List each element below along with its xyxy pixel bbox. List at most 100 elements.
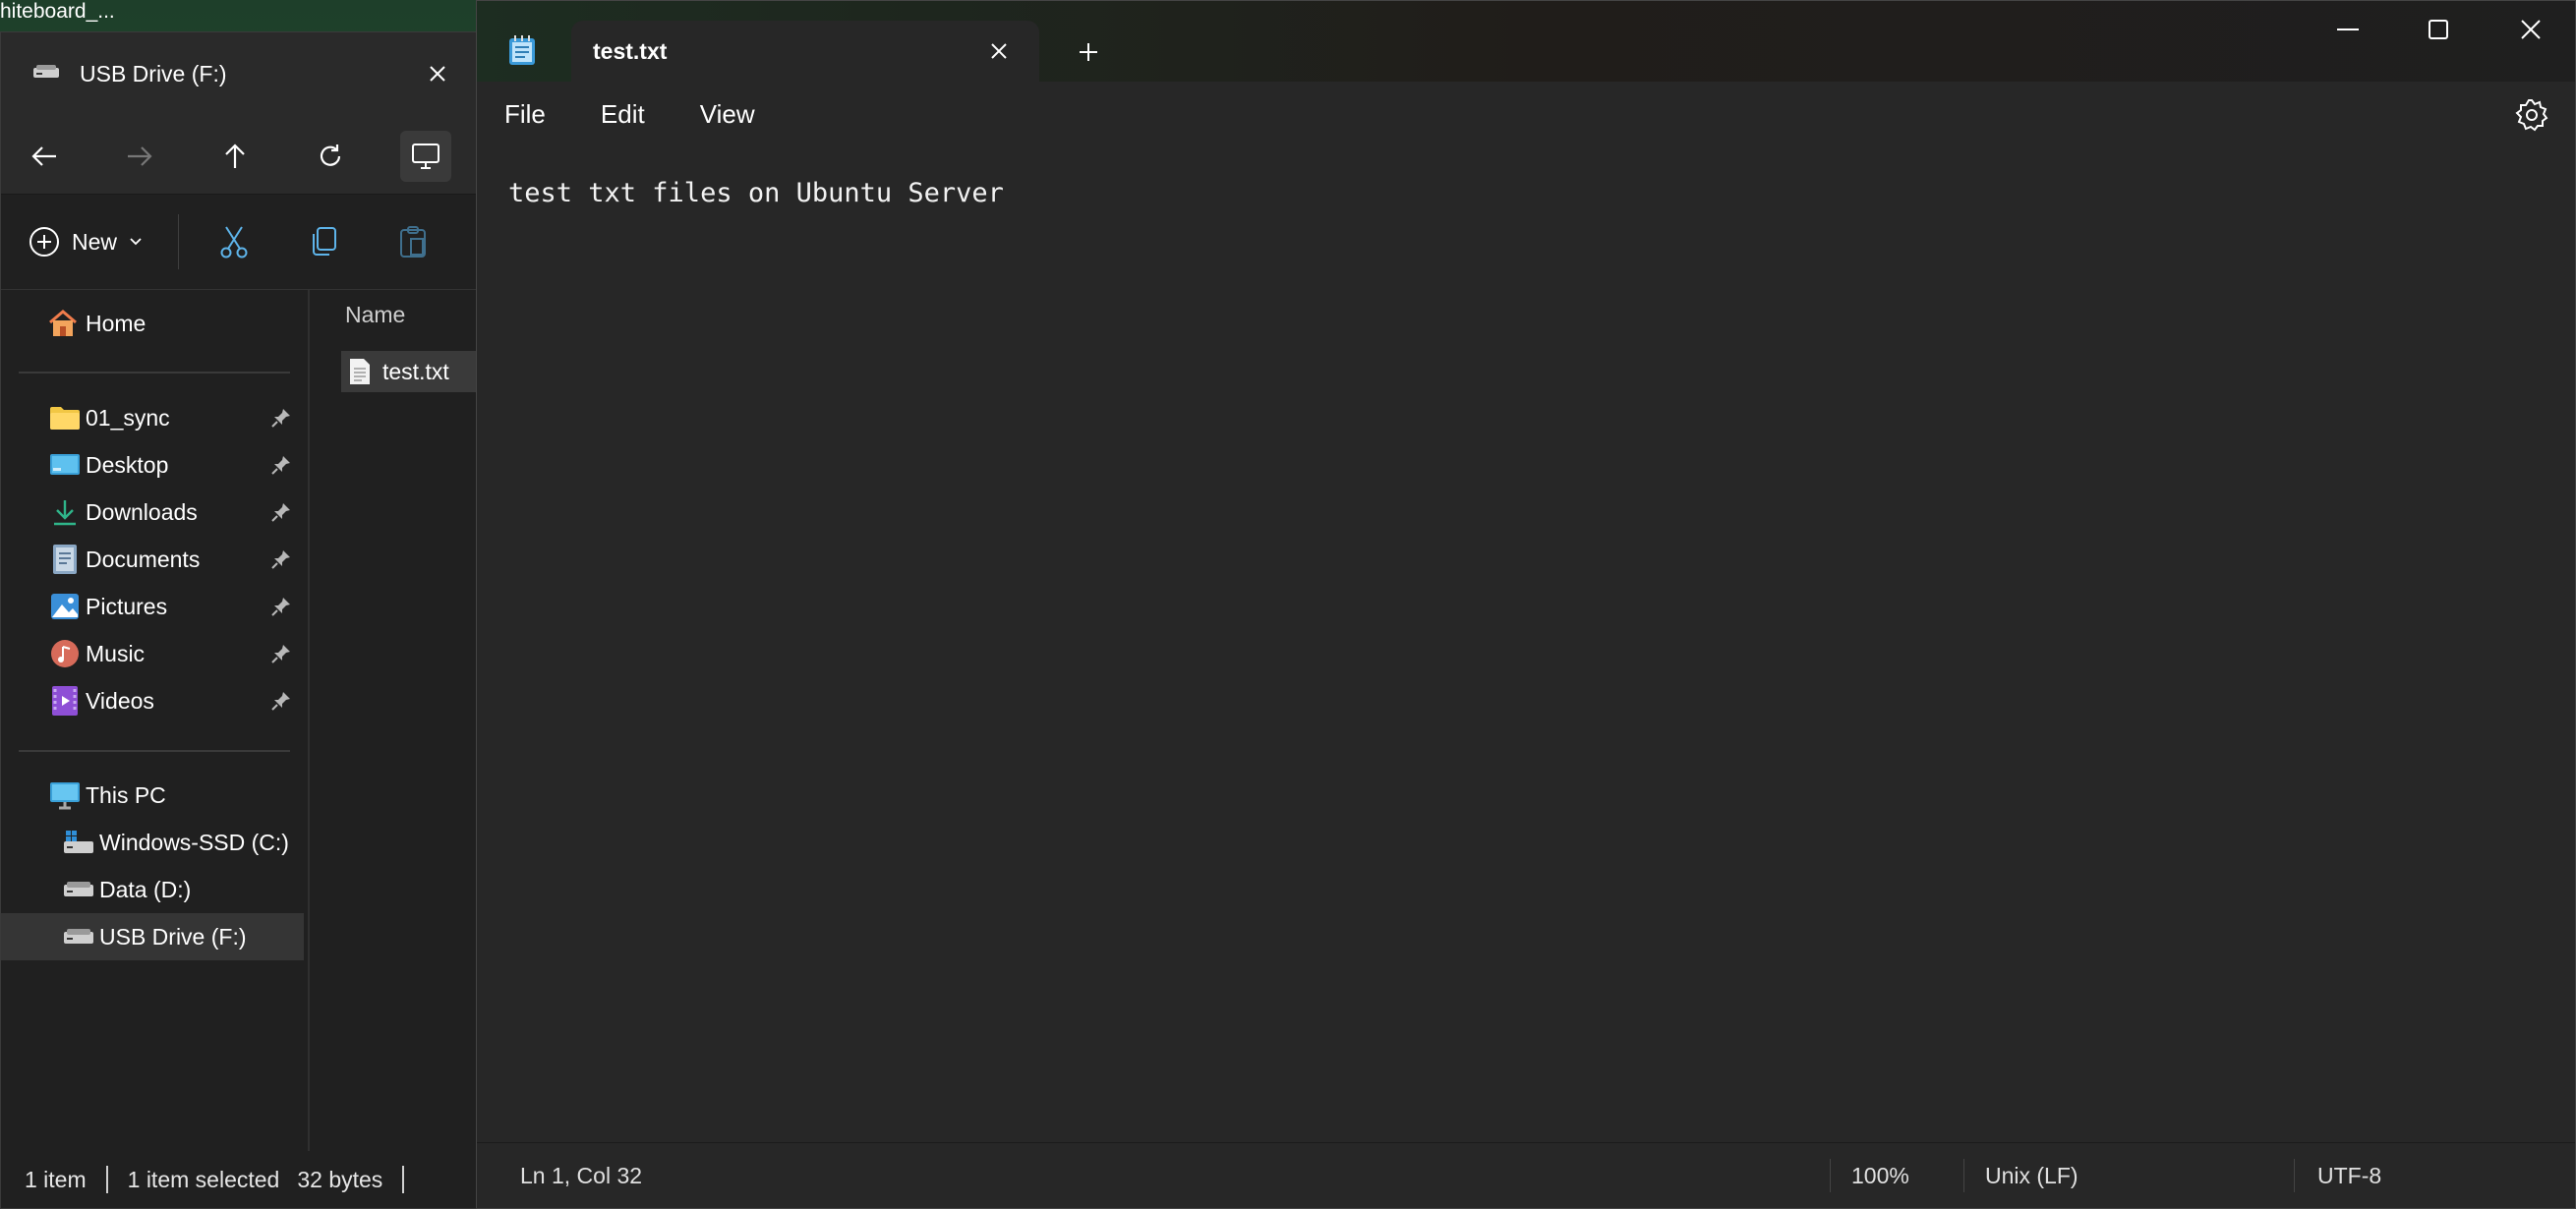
sidebar-item-label: Documents: [86, 546, 201, 572]
sidebar-item-downloads[interactable]: Downloads: [1, 489, 304, 536]
scissors-icon: [220, 226, 248, 259]
sidebar-divider: [19, 372, 290, 374]
copy-button[interactable]: [298, 213, 350, 270]
paste-button[interactable]: [387, 213, 439, 270]
music-icon: [48, 637, 82, 670]
text-editor[interactable]: test txt files on Ubuntu Server: [477, 146, 2575, 1143]
sidebar-item-label: Pictures: [86, 593, 168, 619]
sidebar-item-01-sync[interactable]: 01_sync: [1, 394, 304, 441]
new-button[interactable]: New: [29, 226, 143, 258]
item-count: 1 item: [25, 1166, 87, 1192]
up-button[interactable]: [209, 131, 261, 182]
status-separator: [402, 1166, 405, 1193]
explorer-command-bar: New: [1, 195, 477, 290]
sidebar-item-pictures[interactable]: Pictures: [1, 583, 304, 630]
menu-view[interactable]: View: [700, 99, 755, 130]
pin-icon: [270, 596, 292, 623]
editor-content: test txt files on Ubuntu Server: [508, 178, 1004, 208]
pin-icon: [270, 454, 292, 482]
text-file-icon: [349, 358, 371, 385]
this-pc-button[interactable]: [400, 131, 451, 182]
sidebar-item-videos[interactable]: Videos: [1, 677, 304, 724]
toolbar-divider: [178, 214, 179, 269]
sidebar-item-label: This PC: [86, 781, 166, 808]
usb-drive-icon: [62, 920, 95, 953]
zoom-level[interactable]: 100%: [1851, 1143, 1909, 1208]
notepad-menu-bar: File Edit View: [477, 82, 2575, 147]
pin-icon: [270, 407, 292, 434]
minimize-button[interactable]: [2304, 1, 2392, 58]
line-ending[interactable]: Unix (LF): [1985, 1143, 2078, 1208]
file-explorer-window: USB Drive (F:) New Home 01_sync Desktop …: [0, 31, 478, 1209]
status-separator: [105, 1166, 108, 1193]
sidebar-item-data-drive[interactable]: Data (D:): [1, 866, 304, 913]
notepad-window: test.txt File Edit View test txt files o…: [476, 0, 2576, 1209]
sidebar-item-desktop[interactable]: Desktop: [1, 441, 304, 489]
cut-button[interactable]: [208, 213, 261, 270]
desktop-label: hiteboard_...: [0, 0, 115, 23]
pin-icon: [270, 690, 292, 718]
explorer-body: Home 01_sync Desktop Downloads Documents…: [1, 290, 477, 1151]
settings-gear-icon[interactable]: [2514, 97, 2549, 133]
name-column-header[interactable]: Name: [345, 302, 405, 328]
new-button-label: New: [72, 228, 118, 255]
explorer-tab[interactable]: USB Drive (F:): [13, 44, 465, 103]
file-name: test.txt: [382, 358, 449, 384]
status-separator: [1830, 1159, 1831, 1192]
file-item[interactable]: test.txt: [341, 351, 477, 392]
close-tab-icon[interactable]: [982, 34, 1016, 68]
pin-icon: [270, 501, 292, 529]
close-icon: [2521, 20, 2541, 39]
encoding[interactable]: UTF-8: [2317, 1143, 2381, 1208]
minimize-icon: [2337, 29, 2359, 30]
notepad-status-bar: Ln 1, Col 32 100% Unix (LF) UTF-8: [477, 1142, 2575, 1208]
new-tab-button[interactable]: [1067, 30, 1110, 74]
explorer-status-bar: 1 item 1 item selected 32 bytes: [1, 1151, 477, 1208]
navigation-pane: Home 01_sync Desktop Downloads Documents…: [1, 290, 310, 1151]
pin-icon: [270, 643, 292, 670]
sidebar-item-label: 01_sync: [86, 404, 170, 431]
menu-edit[interactable]: Edit: [601, 99, 645, 130]
sidebar-item-music[interactable]: Music: [1, 630, 304, 677]
download-icon: [48, 495, 82, 529]
close-window-button[interactable]: [2487, 1, 2575, 58]
computer-icon: [48, 778, 82, 812]
sidebar-item-label: Data (D:): [99, 876, 192, 902]
cursor-position: Ln 1, Col 32: [520, 1162, 643, 1188]
sidebar-item-usb-drive[interactable]: USB Drive (F:): [1, 913, 304, 960]
sidebar-item-windows-ssd[interactable]: Windows-SSD (C:): [1, 819, 304, 866]
sidebar-item-label: USB Drive (F:): [99, 923, 247, 950]
sidebar-divider: [19, 750, 290, 752]
sidebar-item-label: Music: [86, 640, 146, 666]
notepad-titlebar[interactable]: test.txt: [477, 1, 2575, 82]
maximize-button[interactable]: [2394, 1, 2483, 58]
sidebar-item-documents[interactable]: Documents: [1, 536, 304, 583]
copy-icon: [313, 227, 337, 256]
refresh-button[interactable]: [305, 131, 356, 182]
sidebar-item-label: Windows-SSD (C:): [99, 829, 289, 855]
sidebar-item-home[interactable]: Home: [1, 300, 304, 347]
home-icon: [46, 307, 80, 340]
explorer-navigation-bar: [1, 119, 477, 195]
add-circle-icon: [29, 227, 59, 257]
selection-count: 1 item selected: [127, 1166, 280, 1192]
maximize-icon: [2429, 20, 2448, 39]
sidebar-item-label: Downloads: [86, 498, 198, 525]
status-separator: [1963, 1159, 1964, 1192]
paste-icon: [400, 226, 427, 258]
menu-file[interactable]: File: [504, 99, 546, 130]
explorer-titlebar: USB Drive (F:): [1, 32, 477, 119]
usb-drive-icon: [32, 64, 60, 85]
documents-icon: [48, 543, 82, 576]
drive-icon: [62, 873, 95, 906]
status-separator: [2294, 1159, 2295, 1192]
sidebar-item-label: Desktop: [86, 451, 169, 478]
forward-button[interactable]: [114, 131, 165, 182]
desktop-icon: [48, 448, 82, 482]
notepad-tab-title: test.txt: [593, 37, 668, 64]
chevron-down-icon: [130, 238, 142, 246]
sidebar-item-this-pc[interactable]: This PC: [1, 772, 304, 819]
notepad-tab[interactable]: test.txt: [571, 21, 1039, 82]
close-tab-icon[interactable]: [418, 54, 457, 93]
back-button[interactable]: [19, 131, 70, 182]
